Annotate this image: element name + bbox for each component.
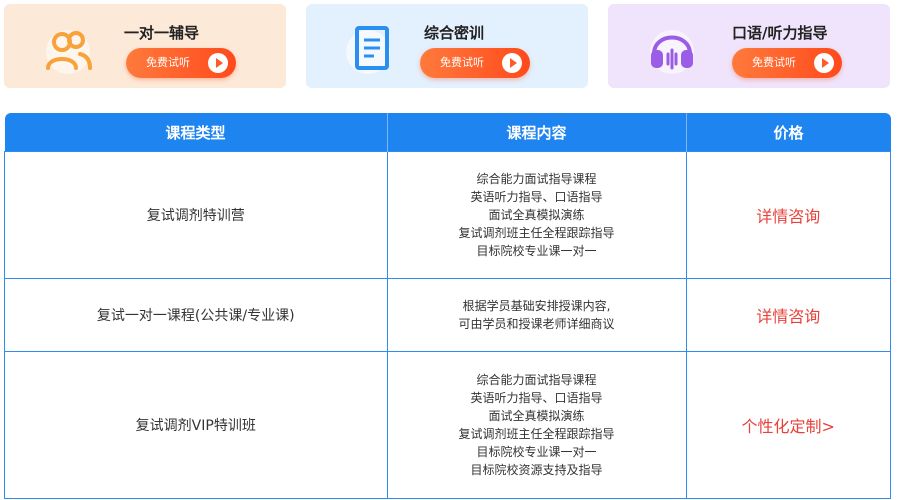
content-line: 面试全真模拟演练: [488, 409, 585, 423]
card-title: 一对一辅导: [124, 24, 200, 42]
course-type: 复试调剂特训营: [4, 151, 388, 279]
content-line: 可由学员和授课老师详细商议: [458, 317, 615, 331]
users-icon: [38, 18, 98, 78]
card-one-on-one[interactable]: 一对一辅导 免费试听: [4, 4, 286, 88]
button-label: 免费试听: [440, 56, 484, 69]
content-line: 根据学员基础安排授课内容,: [462, 299, 611, 313]
content-line: 复试调剂班主任全程跟踪指导: [458, 427, 615, 441]
play-icon: [502, 53, 522, 73]
consult-link[interactable]: 详情咨询: [756, 307, 820, 326]
course-type: 复试调剂VIP特训班: [4, 351, 388, 499]
price-cell: 详情咨询: [685, 151, 891, 279]
customize-link[interactable]: 个性化定制>: [742, 417, 835, 436]
free-trial-button[interactable]: 免费试听: [126, 48, 236, 78]
content-line: 面试全真模拟演练: [488, 208, 585, 222]
button-label: 免费试听: [146, 56, 190, 69]
button-label: 免费试听: [752, 56, 796, 69]
header-course-content: 课程内容: [386, 113, 686, 152]
content-line: 英语听力指导、口语指导: [470, 190, 603, 204]
headphones-icon: [642, 18, 702, 78]
course-content: 根据学员基础安排授课内容, 可由学员和授课老师详细商议: [386, 278, 687, 352]
content-line: 英语听力指导、口语指导: [470, 391, 603, 405]
content-line: 综合能力面试指导课程: [476, 172, 597, 186]
price-cell: 个性化定制>: [685, 351, 891, 499]
table-row: 复试调剂特训营 综合能力面试指导课程 英语听力指导、口语指导 面试全真模拟演练 …: [4, 151, 891, 279]
card-title: 口语/听力指导: [732, 24, 828, 42]
card-speaking-listening[interactable]: 口语/听力指导 免费试听: [608, 4, 890, 88]
price-cell: 详情咨询: [685, 278, 891, 352]
card-title: 综合密训: [424, 24, 485, 42]
content-line: 目标院校专业课一对一: [476, 244, 597, 258]
course-table: 课程类型 课程内容 价格 复试调剂特训营 综合能力面试指导课程 英语听力指导、口…: [4, 113, 891, 499]
content-line: 目标院校专业课一对一: [476, 445, 597, 459]
header-course-type: 课程类型: [4, 113, 387, 152]
consult-link[interactable]: 详情咨询: [756, 207, 820, 226]
service-cards: 一对一辅导 免费试听 综合密训 免费试听 口语/听力指导 免费试听: [0, 0, 900, 100]
book-icon: [340, 18, 400, 78]
free-trial-button[interactable]: 免费试听: [732, 48, 842, 78]
card-intensive-training[interactable]: 综合密训 免费试听: [306, 4, 588, 88]
free-trial-button[interactable]: 免费试听: [420, 48, 530, 78]
content-line: 复试调剂班主任全程跟踪指导: [458, 226, 615, 240]
header-price: 价格: [685, 113, 891, 152]
table-row: 复试调剂VIP特训班 综合能力面试指导课程 英语听力指导、口语指导 面试全真模拟…: [4, 351, 891, 499]
table-header-row: 课程类型 课程内容 价格: [4, 113, 891, 152]
content-line: 综合能力面试指导课程: [476, 373, 597, 387]
course-content: 综合能力面试指导课程 英语听力指导、口语指导 面试全真模拟演练 复试调剂班主任全…: [386, 151, 687, 279]
play-icon: [208, 53, 228, 73]
course-type: 复试一对一课程(公共课/专业课): [4, 278, 388, 352]
content-line: 目标院校资源支持及指导: [470, 463, 603, 477]
play-icon: [814, 53, 834, 73]
course-content: 综合能力面试指导课程 英语听力指导、口语指导 面试全真模拟演练 复试调剂班主任全…: [386, 351, 687, 499]
table-row: 复试一对一课程(公共课/专业课) 根据学员基础安排授课内容, 可由学员和授课老师…: [4, 278, 891, 352]
